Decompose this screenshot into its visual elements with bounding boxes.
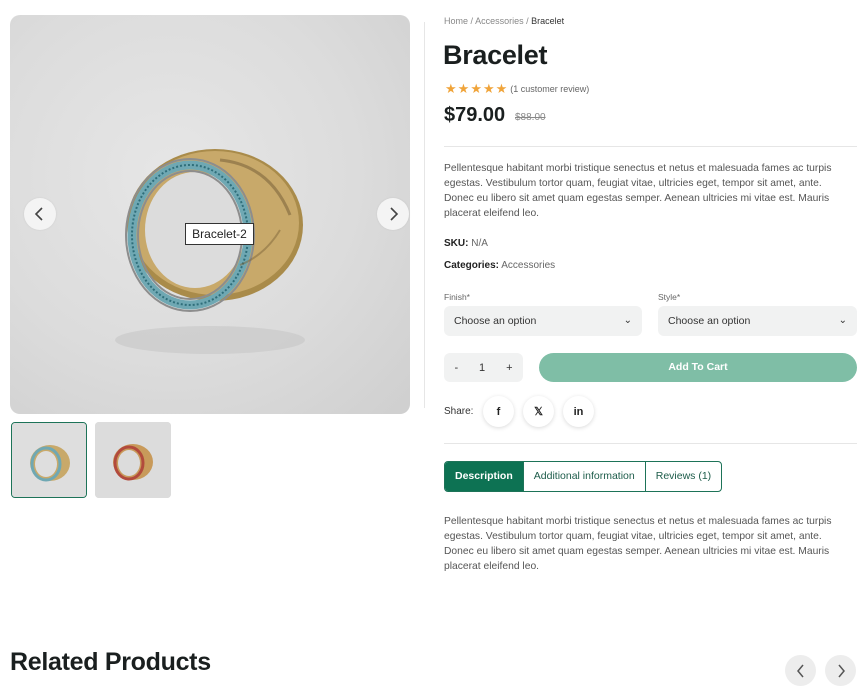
- short-description: Pellentesque habitant morbi tristique se…: [444, 163, 832, 219]
- tab-description[interactable]: Description: [445, 462, 524, 491]
- categories-row: Categories: Accessories: [444, 260, 555, 271]
- review-count-link[interactable]: (1 customer review): [510, 84, 589, 94]
- x-share-button[interactable]: 𝕏: [523, 396, 554, 427]
- star-icon: ★: [445, 81, 457, 96]
- star-icon: ★: [457, 81, 470, 96]
- divider: [444, 146, 857, 147]
- facebook-icon: f: [496, 405, 501, 418]
- ring-illustration: [115, 149, 305, 354]
- finish-label: Finish*: [444, 292, 470, 302]
- quantity-stepper: - 1 +: [444, 353, 523, 382]
- divider: [444, 443, 857, 444]
- image-label: Bracelet-2: [185, 223, 254, 245]
- chevron-left-icon: [34, 207, 43, 221]
- sku-row: SKU: N/A: [444, 238, 488, 249]
- star-icon: ★: [482, 81, 495, 96]
- gallery-prev-button[interactable]: [24, 198, 56, 230]
- product-title: Bracelet: [443, 40, 548, 70]
- thumbnail-ring-1: [12, 423, 86, 497]
- linkedin-share-button[interactable]: in: [563, 396, 594, 427]
- breadcrumb-separator: /: [526, 16, 529, 26]
- chevron-right-icon: [390, 207, 399, 221]
- column-divider: [424, 22, 425, 408]
- style-select[interactable]: Choose an option ⌄: [658, 306, 857, 336]
- linkedin-icon: in: [573, 405, 584, 418]
- breadcrumb-separator: /: [470, 16, 474, 26]
- facebook-share-button[interactable]: f: [483, 396, 514, 427]
- chevron-right-icon: [837, 664, 845, 677]
- tab-additional-information[interactable]: Additional information: [524, 462, 646, 491]
- finish-select-value: Choose an option: [454, 315, 537, 327]
- product-price: $79.00: [444, 104, 506, 126]
- quantity-decrease-button[interactable]: -: [454, 362, 458, 374]
- related-next-button[interactable]: [825, 655, 856, 686]
- chevron-down-icon: ⌄: [838, 315, 847, 326]
- breadcrumb: Home / Accessories / Bracelet: [444, 16, 564, 26]
- related-products-heading: Related Products: [10, 648, 211, 676]
- share-label: Share:: [444, 406, 474, 417]
- breadcrumb-current: Bracelet: [531, 16, 565, 26]
- breadcrumb-home[interactable]: Home: [444, 16, 468, 26]
- tab-content: Pellentesque habitant morbi tristique se…: [444, 516, 832, 572]
- gallery-next-button[interactable]: [377, 198, 409, 230]
- product-rating[interactable]: ★ ★ ★ ★ ★ (1 customer review): [445, 82, 589, 95]
- star-icon: ★: [495, 81, 508, 96]
- chevron-left-icon: [796, 664, 804, 677]
- finish-select[interactable]: Choose an option ⌄: [444, 306, 642, 336]
- related-prev-button[interactable]: [785, 655, 816, 686]
- product-main-image[interactable]: Bracelet-2: [10, 15, 410, 414]
- categories-label: Categories:: [444, 260, 500, 271]
- thumbnail-2[interactable]: [95, 422, 171, 498]
- breadcrumb-accessories[interactable]: Accessories: [475, 16, 524, 26]
- thumbnail-ring-2: [95, 422, 171, 498]
- quantity-increase-button[interactable]: +: [506, 362, 512, 374]
- chevron-down-icon: ⌄: [623, 315, 632, 326]
- tab-reviews[interactable]: Reviews (1): [646, 462, 721, 491]
- style-label: Style*: [658, 292, 681, 302]
- add-to-cart-button[interactable]: Add To Cart: [539, 353, 857, 382]
- sku-value: N/A: [471, 238, 488, 249]
- product-old-price: $88.00: [515, 112, 546, 123]
- sku-label: SKU:: [444, 238, 469, 249]
- quantity-input[interactable]: 1: [479, 362, 485, 374]
- style-select-value: Choose an option: [668, 315, 751, 327]
- thumbnail-1[interactable]: [11, 422, 87, 498]
- category-link[interactable]: Accessories: [501, 260, 555, 271]
- product-tabs: Description Additional information Revie…: [444, 461, 723, 492]
- x-icon: 𝕏: [534, 406, 543, 418]
- star-icon: ★: [470, 81, 482, 96]
